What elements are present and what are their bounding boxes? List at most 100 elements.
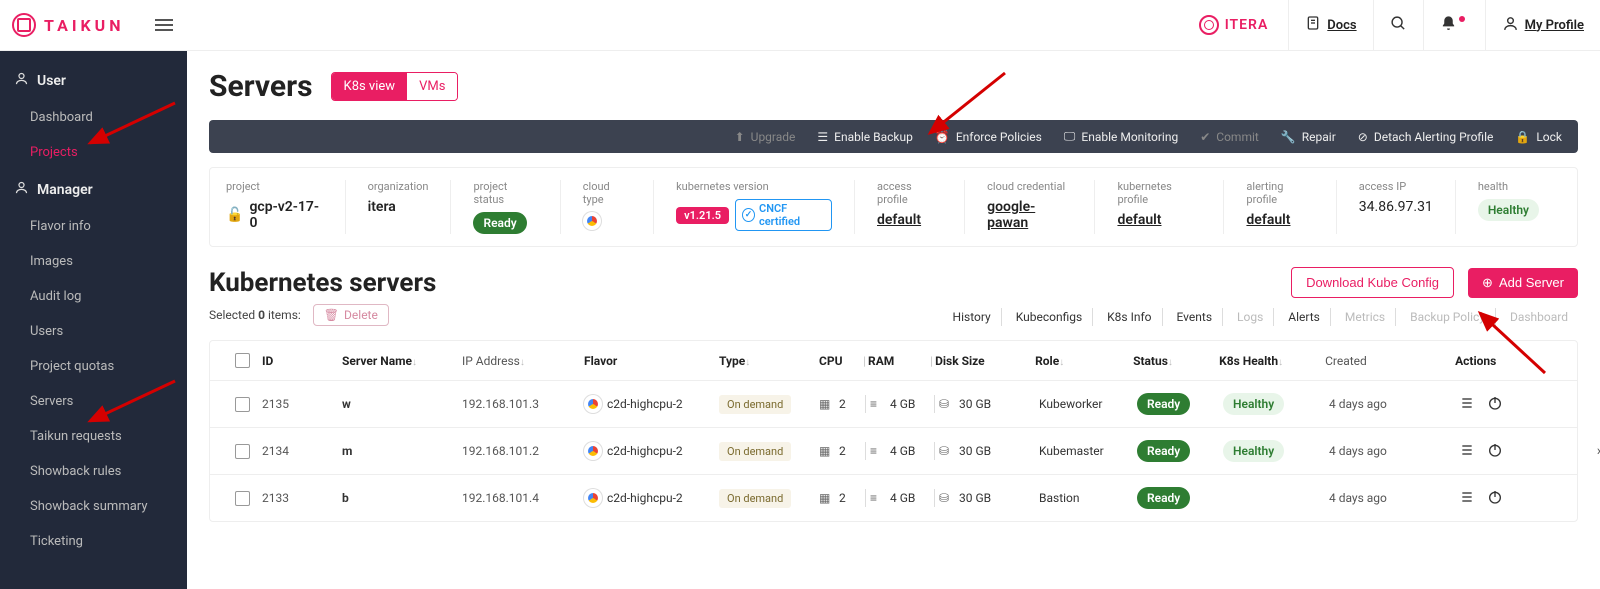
col-ip[interactable]: IP Address↓ xyxy=(462,354,584,368)
cell-cpu: ▦2 xyxy=(819,397,861,411)
cell-status: Ready xyxy=(1137,393,1223,415)
access-profile-link[interactable]: default xyxy=(877,212,942,228)
sidebar-item-project-quotas[interactable]: Project quotas xyxy=(0,349,187,384)
col-ram[interactable]: RAM xyxy=(868,354,928,368)
project-meta-bar: project🔓gcp-v2-17-0 organizationitera pr… xyxy=(209,167,1578,247)
cell-server-name: m xyxy=(342,444,462,458)
repair-button[interactable]: 🔧Repair xyxy=(1281,130,1336,144)
brand-icon xyxy=(7,8,41,42)
col-cpu[interactable]: CPU xyxy=(819,354,861,368)
cpu-icon: ▦ xyxy=(819,397,835,411)
table-header-row: ID Server Name↓ IP Address↓ Flavor Type↓… xyxy=(210,341,1577,381)
top-header: TAIKUN ITERA Docs xyxy=(0,0,1600,51)
col-role[interactable]: Role↓ xyxy=(1035,354,1133,368)
table-row[interactable]: 2134 m 192.168.101.2 c2d-highcpu-2 On de… xyxy=(210,428,1577,475)
col-type[interactable]: Type↓ xyxy=(719,354,819,368)
cell-created: 4 days ago xyxy=(1329,491,1459,505)
repair-icon: 🔧 xyxy=(1281,130,1296,144)
org-name: ITERA xyxy=(1225,17,1269,33)
cell-disk: ⛁30 GB xyxy=(939,397,1039,411)
enforce-policies-button[interactable]: ⏰Enforce Policies xyxy=(935,130,1042,144)
project-name: 🔓gcp-v2-17-0 xyxy=(226,199,323,231)
col-status[interactable]: Status↓ xyxy=(1133,354,1219,368)
alerting-profile-link[interactable]: default xyxy=(1246,212,1313,228)
cell-created: 4 days ago xyxy=(1329,397,1459,411)
download-kubeconfig-button[interactable]: Download Kube Config xyxy=(1291,267,1454,298)
sidebar-item-audit-log[interactable]: Audit log xyxy=(0,279,187,314)
org-logo[interactable]: ITERA xyxy=(1179,0,1289,50)
col-disk[interactable]: Disk Size xyxy=(935,354,1035,368)
menu-toggle-button[interactable] xyxy=(155,16,179,34)
sidebar-item-projects[interactable]: Projects xyxy=(0,135,187,170)
cell-flavor: c2d-highcpu-2 xyxy=(584,442,719,460)
col-created[interactable]: Created xyxy=(1325,354,1455,368)
power-button[interactable] xyxy=(1487,442,1503,461)
action-bar: ⬆Upgrade ☰Enable Backup ⏰Enforce Policie… xyxy=(209,120,1578,153)
access-ip: 34.86.97.31 xyxy=(1359,199,1433,215)
disk-icon: ⛁ xyxy=(939,444,955,458)
sidebar-item-dashboard[interactable]: Dashboard xyxy=(0,100,187,135)
add-server-button[interactable]: ⊕Add Server xyxy=(1468,268,1578,298)
col-k8s-health[interactable]: K8s Health↓ xyxy=(1219,354,1325,368)
tab-k8s-view[interactable]: K8s view xyxy=(332,73,408,100)
lock-button[interactable]: 🔒Lock xyxy=(1515,130,1562,144)
disk-icon: ⛁ xyxy=(939,491,955,505)
row-menu-button[interactable] xyxy=(1459,442,1475,461)
select-all-checkbox[interactable] xyxy=(235,353,250,368)
cloud-credential-link[interactable]: google-pawan xyxy=(987,199,1072,231)
org-icon xyxy=(1199,15,1219,35)
sidebar-item-ticketing[interactable]: Ticketing xyxy=(0,524,187,559)
row-menu-button[interactable] xyxy=(1459,395,1475,414)
cell-id: 2133 xyxy=(262,491,342,505)
sidebar-item-flavor-info[interactable]: Flavor info xyxy=(0,209,187,244)
link-backup-policy: Backup Policy xyxy=(1400,308,1496,326)
enable-monitoring-button[interactable]: 🖵Enable Monitoring xyxy=(1064,129,1178,144)
sort-icon: ↓ xyxy=(745,357,756,368)
link-kubeconfigs[interactable]: Kubeconfigs xyxy=(1006,308,1093,326)
sidebar-item-users[interactable]: Users xyxy=(0,314,187,349)
row-menu-button[interactable] xyxy=(1459,489,1475,508)
power-button[interactable] xyxy=(1487,395,1503,414)
project-status-badge: Ready xyxy=(473,212,526,234)
search-button[interactable] xyxy=(1373,0,1423,50)
link-logs: Logs xyxy=(1227,308,1274,326)
cell-cpu: ▦2 xyxy=(819,444,861,458)
sidebar: User Dashboard Projects Manager Flavor i… xyxy=(0,51,187,589)
link-history[interactable]: History xyxy=(943,308,1002,326)
upgrade-icon: ⬆ xyxy=(735,130,745,144)
sidebar-item-showback-rules[interactable]: Showback rules xyxy=(0,454,187,489)
cell-ram: ≡4 GB xyxy=(870,491,930,505)
notification-dot xyxy=(1459,16,1465,22)
link-k8s-info[interactable]: K8s Info xyxy=(1097,308,1162,326)
cell-status: Ready xyxy=(1137,440,1223,462)
gcp-icon xyxy=(584,395,602,413)
table-row[interactable]: 2135 w 192.168.101.3 c2d-highcpu-2 On de… xyxy=(210,381,1577,428)
sidebar-item-taikun-requests[interactable]: Taikun requests xyxy=(0,419,187,454)
lock-open-icon: 🔓 xyxy=(226,207,243,223)
link-alerts[interactable]: Alerts xyxy=(1278,308,1331,326)
sidebar-item-servers[interactable]: Servers xyxy=(0,384,187,419)
row-checkbox[interactable] xyxy=(235,397,250,412)
tab-vms[interactable]: VMs xyxy=(407,73,457,100)
sidebar-item-images[interactable]: Images xyxy=(0,244,187,279)
row-checkbox[interactable] xyxy=(235,444,250,459)
cell-ram: ≡4 GB xyxy=(870,397,930,411)
link-events[interactable]: Events xyxy=(1167,308,1224,326)
table-row[interactable]: 2133 b 192.168.101.4 c2d-highcpu-2 On de… xyxy=(210,475,1577,521)
col-id[interactable]: ID xyxy=(262,354,342,368)
col-flavor[interactable]: Flavor xyxy=(584,354,719,368)
notifications-button[interactable] xyxy=(1423,0,1485,50)
col-server-name[interactable]: Server Name↓ xyxy=(342,354,462,368)
k8s-profile-link[interactable]: default xyxy=(1117,212,1201,228)
sidebar-item-showback-summary[interactable]: Showback summary xyxy=(0,489,187,524)
row-checkbox[interactable] xyxy=(235,491,250,506)
brand-logo[interactable]: TAIKUN xyxy=(12,13,125,37)
profile-button[interactable]: My Profile xyxy=(1485,0,1600,50)
docs-icon xyxy=(1305,15,1321,35)
commit-button: ✔Commit xyxy=(1200,130,1259,144)
detach-alerting-button[interactable]: ⊘Detach Alerting Profile xyxy=(1358,130,1494,144)
power-button[interactable] xyxy=(1487,489,1503,508)
docs-button[interactable]: Docs xyxy=(1288,0,1372,50)
enable-backup-button[interactable]: ☰Enable Backup xyxy=(817,130,912,144)
cell-ip: 192.168.101.4 xyxy=(462,491,584,505)
